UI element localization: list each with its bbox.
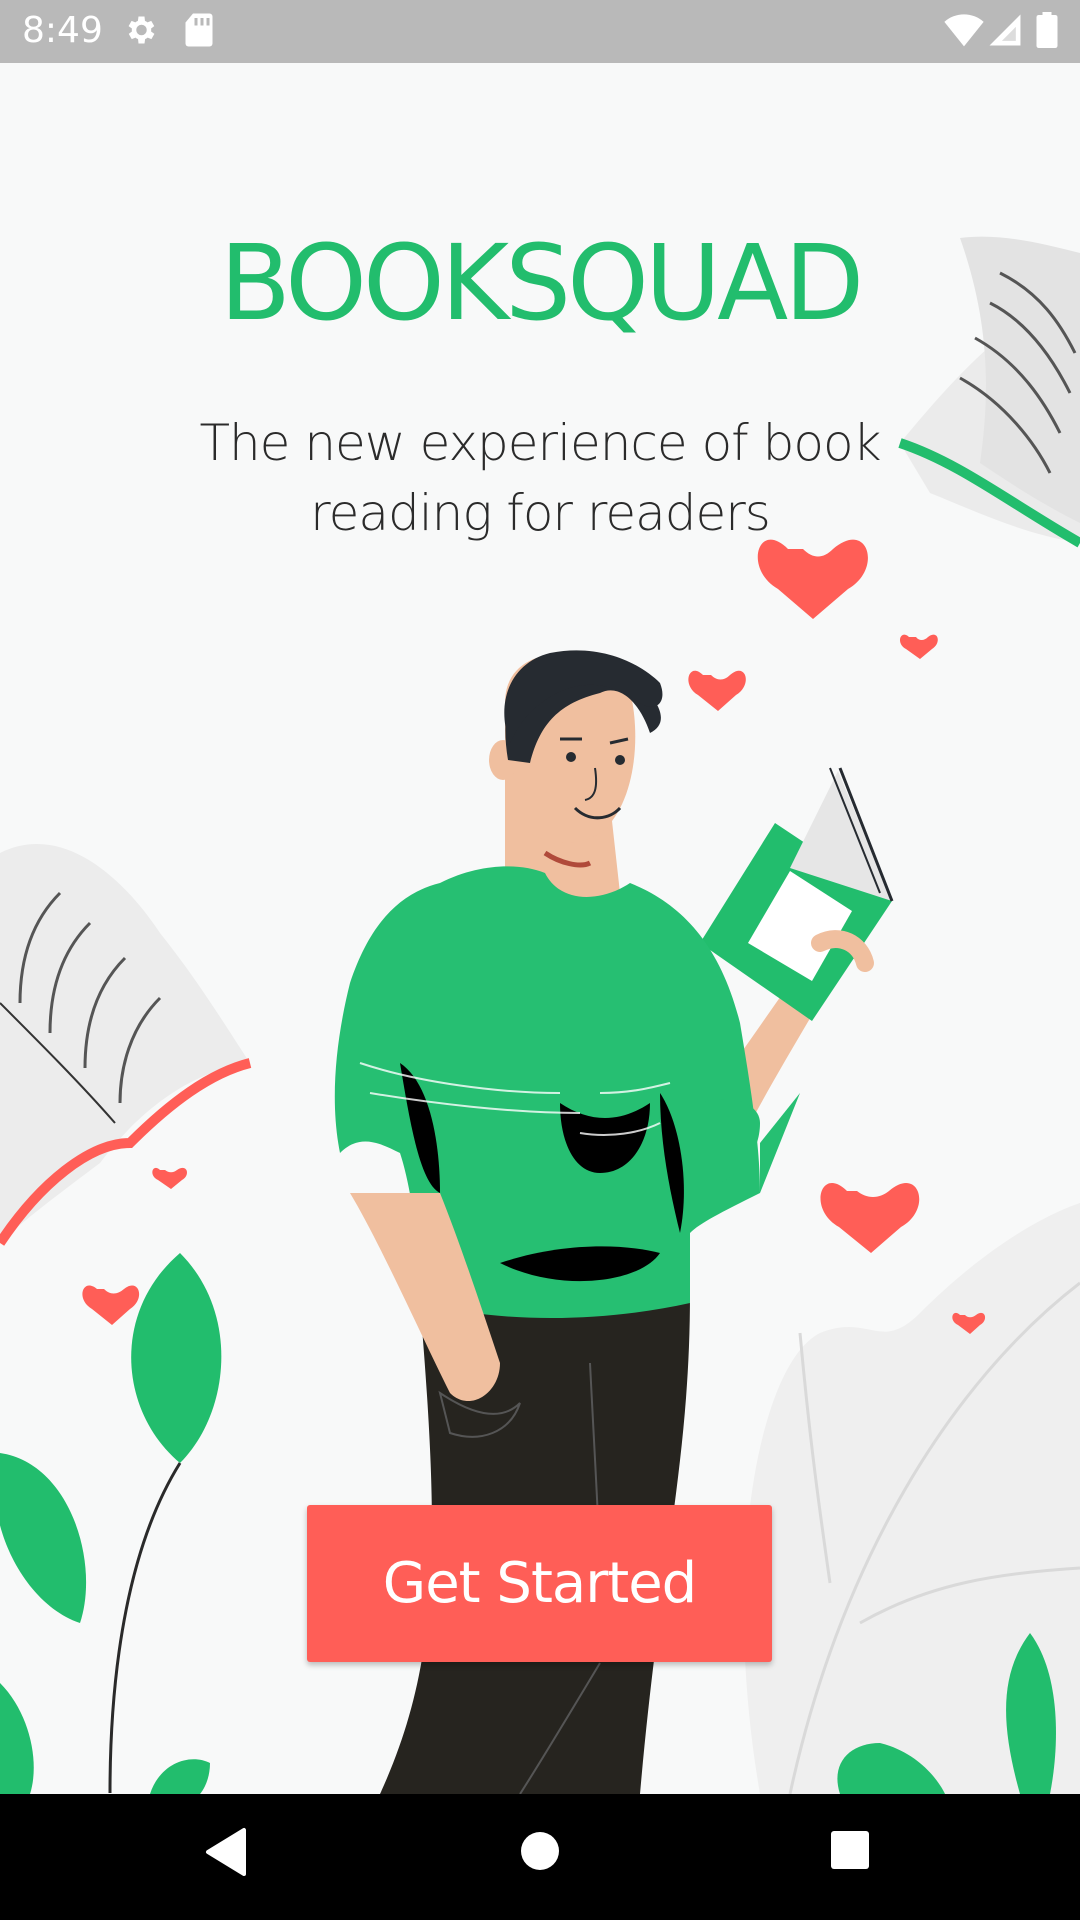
- sd-card-icon: [184, 12, 214, 53]
- gear-icon: [122, 12, 158, 53]
- open-book-decoration-left: [0, 844, 252, 1246]
- plant-left: [0, 1253, 222, 1794]
- status-bar: 8:49: [0, 0, 1080, 63]
- home-icon[interactable]: [519, 1830, 561, 1877]
- recents-icon[interactable]: [829, 1829, 871, 1876]
- back-icon[interactable]: [202, 1824, 248, 1885]
- tagline-line-1: The new experience of book: [199, 414, 881, 472]
- get-started-button[interactable]: Get Started: [307, 1505, 772, 1662]
- tagline: The new experience of book reading for r…: [190, 408, 890, 548]
- wifi-icon: [944, 12, 984, 53]
- navigation-bar: [0, 1794, 1080, 1920]
- app-title: BOOKSQUAD: [219, 222, 865, 344]
- status-time: 8:49: [22, 10, 103, 51]
- tagline-line-2: reading for readers: [310, 484, 771, 542]
- cellular-signal-icon: [988, 12, 1022, 53]
- onboarding-screen: BOOKSQUAD The new experience of book rea…: [0, 63, 1080, 1794]
- battery-icon: [1036, 12, 1058, 53]
